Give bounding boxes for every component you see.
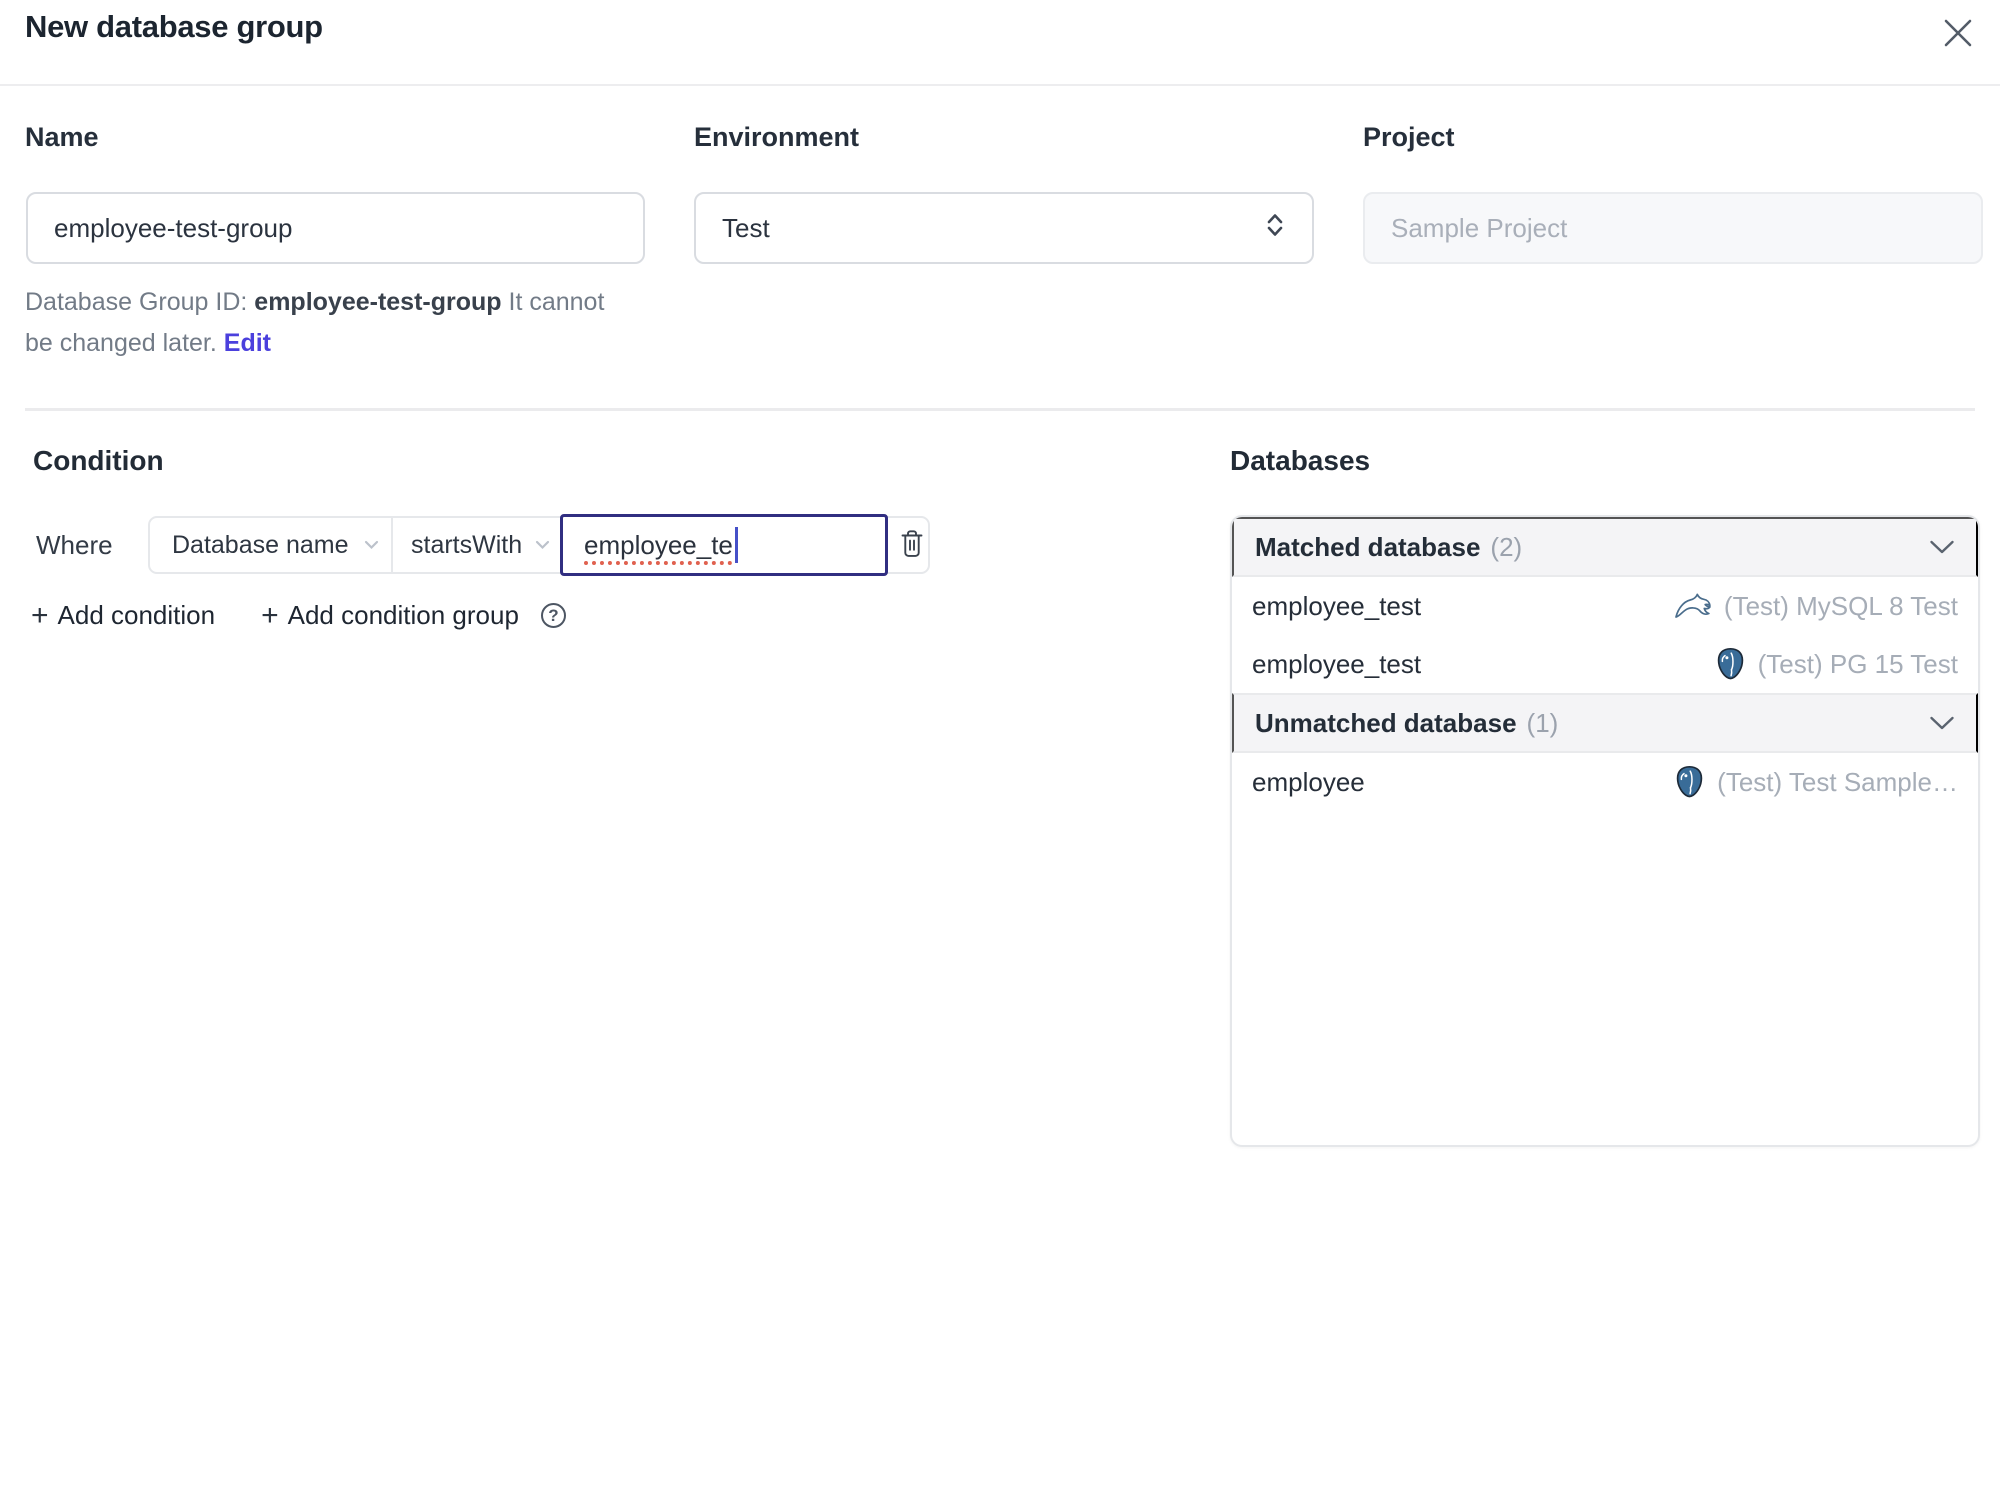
environment-select-value: Test xyxy=(722,212,770,243)
instance-label: (Test) PG 15 Test xyxy=(1757,648,1958,679)
condition-value-input[interactable]: employee_te xyxy=(560,514,888,576)
name-input[interactable]: employee-test-group xyxy=(26,192,645,264)
databases-panel: Matched database (2) employee_test (Test… xyxy=(1230,515,1980,1147)
add-condition-button[interactable]: + Add condition xyxy=(31,600,215,631)
condition-heading: Condition xyxy=(33,445,164,476)
databases-heading: Databases xyxy=(1230,445,1371,476)
project-input-value: Sample Project xyxy=(1391,212,1568,243)
chevron-down-icon xyxy=(1929,716,1955,731)
delete-condition-button[interactable] xyxy=(891,524,933,566)
database-group-id-note: Database Group ID: employee-test-group I… xyxy=(25,282,637,364)
matched-database-count: (2) xyxy=(1490,531,1523,562)
matched-database-header[interactable]: Matched database (2) xyxy=(1232,517,1978,577)
database-name: employee_test xyxy=(1252,590,1422,621)
postgresql-icon xyxy=(1715,647,1746,681)
database-name: employee xyxy=(1252,766,1365,797)
mysql-icon xyxy=(1674,592,1712,620)
condition-factor-value: Database name xyxy=(172,530,349,559)
where-label: Where xyxy=(36,530,113,560)
database-row: employee_test (Test) PG 15 Test xyxy=(1232,635,1978,693)
chevron-down-icon xyxy=(364,540,379,550)
environment-select[interactable]: Test xyxy=(694,192,1314,264)
condition-value-text: employee_te xyxy=(584,529,733,560)
select-stepper-icon xyxy=(1264,211,1286,246)
condition-actions: + Add condition + Add condition group ? xyxy=(31,600,566,631)
edit-link[interactable]: Edit xyxy=(224,329,271,357)
instance-label: (Test) MySQL 8 Test xyxy=(1723,590,1958,621)
header-divider xyxy=(0,84,2000,86)
text-caret xyxy=(734,527,738,563)
trash-icon xyxy=(897,527,927,563)
name-label: Name xyxy=(25,122,99,152)
instance-label: (Test) Test Sample… xyxy=(1717,766,1958,797)
section-divider xyxy=(25,408,1975,411)
add-condition-label: Add condition xyxy=(57,600,216,630)
instance-info: (Test) MySQL 8 Test xyxy=(1674,591,1958,622)
condition-factor-dropdown[interactable]: Database name xyxy=(150,518,393,572)
dialog-title: New database group xyxy=(25,9,323,44)
condition-operator-value: startsWith xyxy=(411,530,523,559)
plus-icon: + xyxy=(31,598,49,632)
name-input-value: employee-test-group xyxy=(54,212,293,243)
group-id-prefix: Database Group ID: xyxy=(25,288,255,316)
plus-icon: + xyxy=(261,598,279,632)
matched-database-title: Matched database xyxy=(1255,531,1481,562)
condition-operator-dropdown[interactable]: startsWith xyxy=(393,518,562,572)
chevron-down-icon xyxy=(1929,540,1955,555)
database-row: employee (Test) Test Sample… xyxy=(1232,753,1978,811)
group-id-value: employee-test-group xyxy=(254,288,502,316)
instance-info: (Test) PG 15 Test xyxy=(1715,647,1958,681)
environment-label: Environment xyxy=(694,122,860,152)
close-button[interactable] xyxy=(1938,14,1978,54)
database-name: employee_test xyxy=(1252,648,1422,679)
help-icon[interactable]: ? xyxy=(540,603,566,628)
unmatched-database-title: Unmatched database xyxy=(1255,707,1517,738)
chevron-down-icon xyxy=(535,540,550,550)
project-input: Sample Project xyxy=(1363,192,1983,264)
database-row: employee_test (Test) MySQL 8 Test xyxy=(1232,577,1978,635)
add-condition-group-label: Add condition group xyxy=(287,600,519,630)
add-condition-group-button[interactable]: + Add condition group xyxy=(261,600,519,631)
postgresql-icon xyxy=(1674,765,1705,799)
project-label: Project xyxy=(1363,122,1455,152)
close-icon xyxy=(1941,16,1975,53)
unmatched-database-header[interactable]: Unmatched database (1) xyxy=(1232,693,1978,753)
instance-info: (Test) Test Sample… xyxy=(1674,765,1958,799)
unmatched-database-count: (1) xyxy=(1526,707,1559,738)
